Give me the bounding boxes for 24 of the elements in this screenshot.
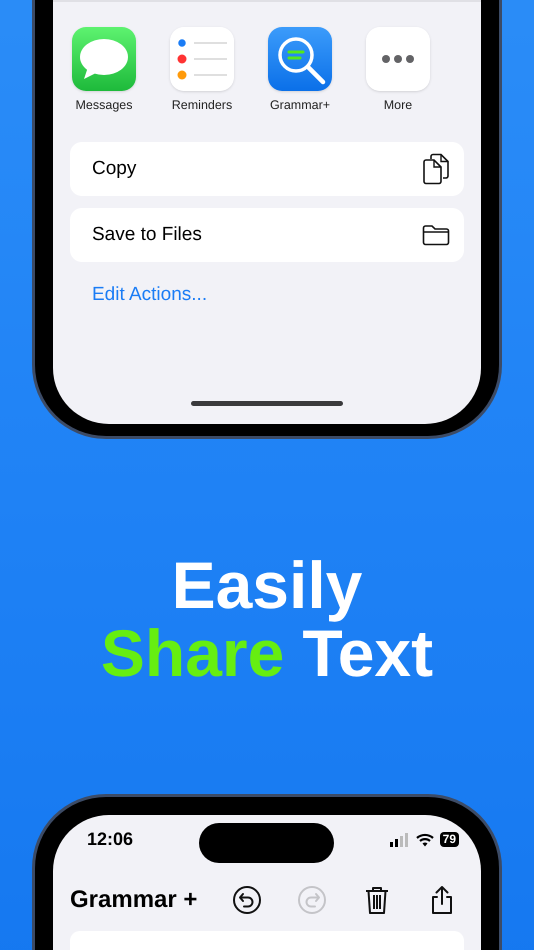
status-time: 12:06 bbox=[87, 828, 134, 852]
wifi-icon bbox=[416, 832, 434, 847]
app-label: More bbox=[384, 97, 412, 114]
speech-bubble-icon bbox=[72, 27, 136, 91]
edit-actions-link[interactable]: Edit Actions... bbox=[92, 280, 208, 310]
checklist-icon bbox=[170, 27, 234, 91]
app-label: Messages bbox=[76, 97, 132, 114]
share-app-button[interactable] bbox=[366, 27, 430, 91]
share-app-button[interactable] bbox=[268, 27, 332, 91]
share-action-button[interactable]: Save to Files bbox=[70, 208, 464, 262]
folder-icon bbox=[422, 224, 450, 246]
more-icon bbox=[366, 27, 430, 91]
share-action-button[interactable]: Copy bbox=[70, 142, 464, 196]
signal-icon bbox=[390, 832, 410, 847]
battery-icon: 79 bbox=[440, 832, 459, 848]
share-app-button[interactable] bbox=[170, 27, 234, 91]
headline-text: Share bbox=[100, 619, 284, 687]
copy-icon bbox=[422, 152, 450, 185]
magnifier-icon bbox=[268, 27, 332, 91]
app-label: Grammar+ bbox=[270, 97, 330, 114]
app-title: Grammar + bbox=[70, 885, 198, 916]
app-label: Reminders bbox=[172, 97, 232, 114]
share-app-button[interactable] bbox=[72, 27, 136, 91]
undo-icon[interactable] bbox=[232, 885, 262, 916]
